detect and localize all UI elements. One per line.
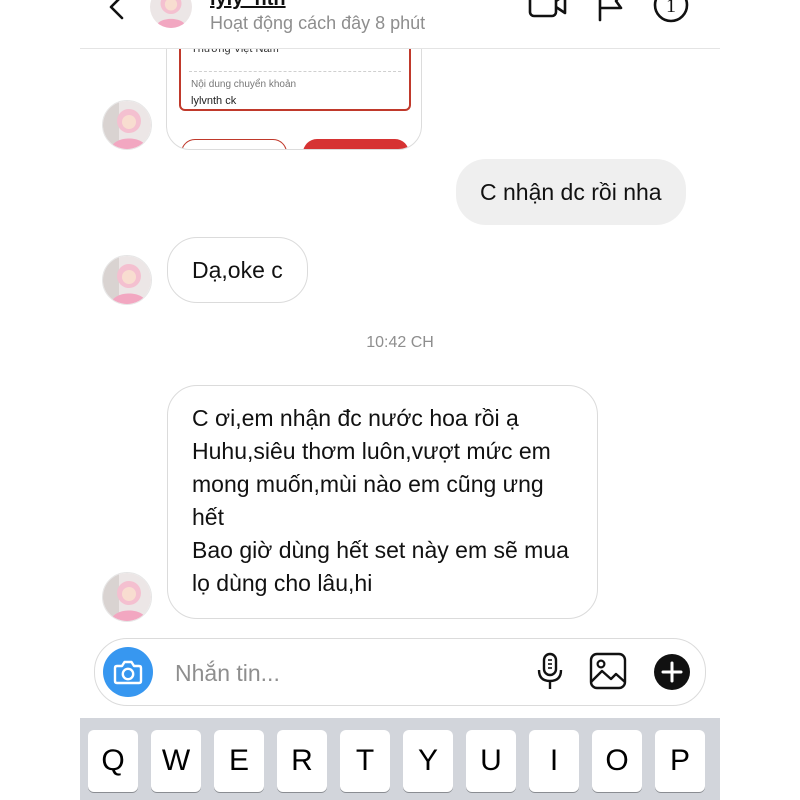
message-line: hết bbox=[192, 504, 224, 530]
message-composer bbox=[94, 638, 706, 706]
plus-icon[interactable] bbox=[653, 653, 691, 696]
header-activity-status: Hoạt động cách đây 8 phút bbox=[210, 13, 426, 33]
key-w[interactable]: W bbox=[151, 730, 201, 792]
message-line: mong muốn,mùi nào em cũng ưng bbox=[192, 471, 544, 497]
header-avatar[interactable] bbox=[150, 0, 192, 28]
avatar[interactable] bbox=[102, 100, 152, 150]
camera-icon bbox=[113, 660, 143, 685]
message-line: Bao giờ dùng hết set này em sẽ mua bbox=[192, 537, 569, 563]
key-t[interactable]: T bbox=[340, 730, 390, 792]
message-line: lọ dùng cho lâu,hi bbox=[192, 570, 373, 596]
avatar[interactable] bbox=[102, 255, 152, 305]
message-text: C nhận dc rồi nha bbox=[480, 178, 662, 205]
outgoing-message-bubble[interactable]: C nhận dc rồi nha bbox=[456, 159, 686, 225]
key-o[interactable]: O bbox=[592, 730, 642, 792]
key-i[interactable]: I bbox=[529, 730, 579, 792]
message-line: C ơi,em nhận đc nước hoa rồi ạ bbox=[192, 405, 519, 431]
message-input[interactable] bbox=[173, 653, 507, 693]
microphone-icon[interactable] bbox=[533, 652, 567, 697]
back-arrow-icon[interactable] bbox=[102, 0, 132, 24]
key-e[interactable]: E bbox=[214, 730, 264, 792]
incoming-message-bubble[interactable]: Dạ,oke c bbox=[167, 237, 308, 303]
keyboard: Q W E R T Y U I O P bbox=[80, 718, 720, 800]
transfer-content-label: Nội dung chuyển khoản bbox=[191, 79, 297, 90]
incoming-message-bubble[interactable]: C ơi,em nhận đc nước hoa rồi ạ Huhu,siêu… bbox=[167, 385, 598, 619]
transfer-content-value: lylvnth ck bbox=[191, 95, 237, 107]
notification-count: 1 bbox=[666, 0, 676, 17]
message-line: Huhu,siêu thơm luôn,vượt mức em bbox=[192, 438, 551, 464]
chat-screen: lyly_nth Hoạt động cách đây 8 phút 1 Thư… bbox=[80, 0, 720, 800]
video-call-icon[interactable] bbox=[528, 0, 568, 25]
left-margin bbox=[0, 0, 80, 800]
key-q[interactable]: Q bbox=[88, 730, 138, 792]
key-y[interactable]: Y bbox=[403, 730, 453, 792]
receipt-outline-button bbox=[181, 139, 287, 149]
divider bbox=[189, 71, 401, 72]
camera-button[interactable] bbox=[103, 647, 153, 697]
key-r[interactable]: R bbox=[277, 730, 327, 792]
receipt-filled-button bbox=[303, 139, 409, 149]
chat-header: lyly_nth Hoạt động cách đây 8 phút 1 bbox=[80, 0, 720, 49]
key-p[interactable]: P bbox=[655, 730, 705, 792]
key-u[interactable]: U bbox=[466, 730, 516, 792]
gallery-icon[interactable] bbox=[589, 652, 627, 697]
message-timestamp: 10:42 CH bbox=[366, 334, 434, 351]
right-margin bbox=[720, 0, 800, 800]
header-username[interactable]: lyly_nth bbox=[210, 0, 286, 11]
avatar[interactable] bbox=[102, 572, 152, 622]
flag-icon[interactable] bbox=[596, 0, 626, 27]
message-text: Dạ,oke c bbox=[192, 256, 283, 283]
info-icon[interactable]: 1 bbox=[652, 0, 690, 29]
